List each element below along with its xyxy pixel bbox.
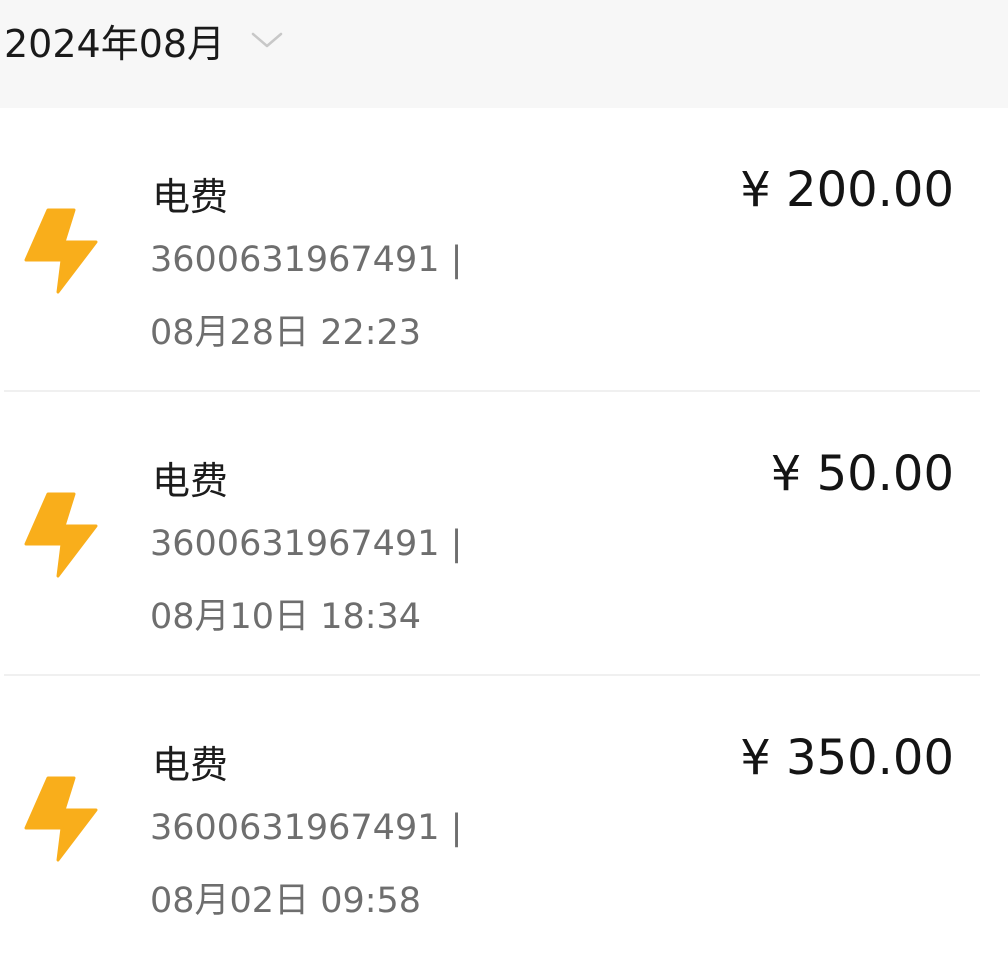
- transaction-amount: ¥ 200.00: [740, 162, 954, 218]
- lightning-bolt-icon: [22, 208, 98, 294]
- lightning-bolt-icon: [22, 492, 98, 578]
- transaction-amount: ¥ 50.00: [770, 446, 954, 502]
- month-header: 2024年08月: [0, 0, 1008, 108]
- month-label: 2024年08月: [4, 21, 226, 66]
- account-number: 3600631967491 |: [150, 240, 463, 280]
- transaction-datetime: 08月10日 18:34: [150, 597, 422, 637]
- account-number: 3600631967491 |: [150, 524, 463, 564]
- transaction-amount: ¥ 350.00: [740, 730, 954, 786]
- transaction-datetime: 08月02日 09:58: [150, 881, 422, 921]
- transaction-title: 电费: [152, 743, 229, 787]
- month-selector[interactable]: 2024年08月: [4, 12, 283, 68]
- lightning-bolt-icon: [22, 776, 98, 862]
- transaction-row[interactable]: 电费 3600631967491 | 08月02日 09:58 ¥ 350.00: [0, 676, 1008, 960]
- transaction-title: 电费: [152, 459, 229, 503]
- transaction-datetime: 08月28日 22:23: [150, 313, 422, 353]
- transaction-row[interactable]: 电费 3600631967491 | 08月28日 22:23 ¥ 200.00: [0, 108, 1008, 392]
- account-number: 3600631967491 |: [150, 808, 463, 848]
- transaction-list: 电费 3600631967491 | 08月28日 22:23 ¥ 200.00…: [0, 108, 1008, 960]
- transaction-title: 电费: [152, 175, 229, 219]
- transaction-row[interactable]: 电费 3600631967491 | 08月10日 18:34 ¥ 50.00: [0, 392, 1008, 676]
- chevron-down-icon: [251, 30, 283, 50]
